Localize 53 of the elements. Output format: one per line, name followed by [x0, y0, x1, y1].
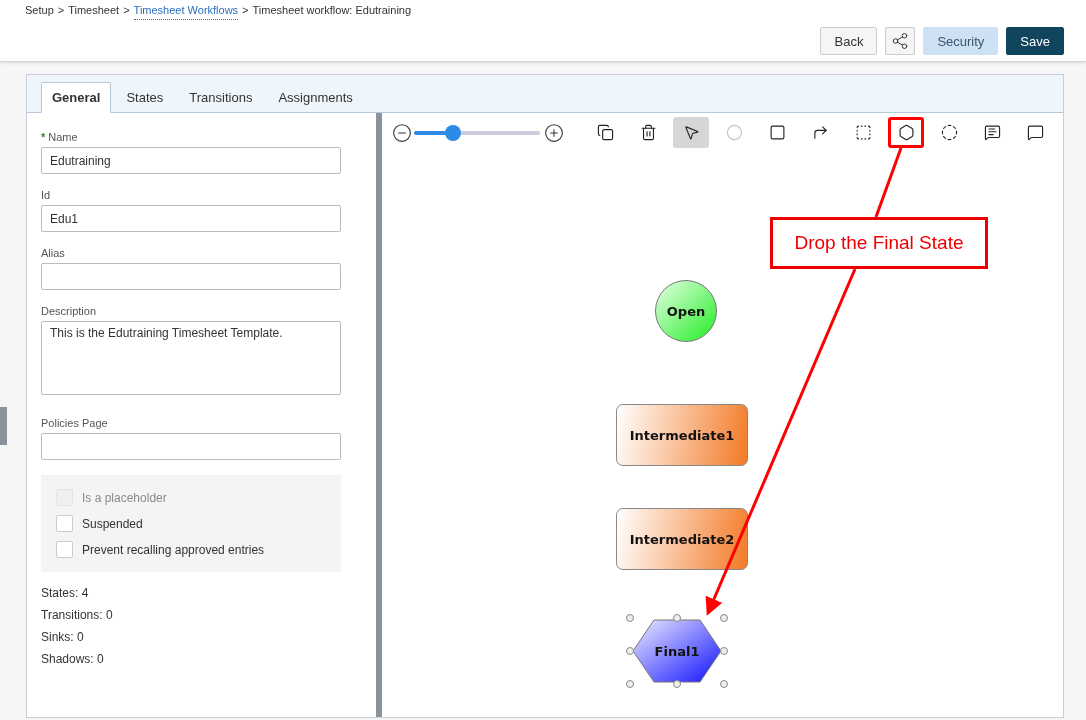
slider-thumb[interactable]: [445, 124, 462, 141]
field-label: Alias: [41, 247, 65, 259]
stat-text: Shadows: 0: [41, 652, 105, 666]
breadcrumb-item: Setup: [25, 4, 54, 18]
field-label: Id: [41, 189, 51, 201]
state-node[interactable]: Intermediate1: [616, 404, 748, 466]
share-button[interactable]: [885, 27, 916, 55]
required-mark: *: [41, 131, 46, 143]
stat-text: Sinks: 0: [41, 630, 85, 644]
state-node[interactable]: Intermediate2: [616, 508, 748, 570]
tab[interactable]: States: [115, 82, 175, 113]
breadcrumb-separator: >: [123, 4, 130, 18]
field-label: Name: [48, 131, 78, 143]
zoom-in-icon[interactable]: [544, 122, 564, 143]
resize-handle[interactable]: [626, 647, 634, 655]
breadcrumb-separator: >: [242, 4, 249, 18]
checkbox[interactable]: [56, 515, 73, 532]
tab[interactable]: Assignments: [267, 82, 364, 113]
security-button[interactable]: Security: [923, 27, 999, 55]
breadcrumb-item: Timesheet workflow: Edutraining: [252, 4, 412, 18]
resize-handle[interactable]: [720, 614, 728, 622]
pointer-icon[interactable]: [673, 117, 709, 148]
resize-handle[interactable]: [626, 680, 634, 688]
state-node[interactable]: Open: [655, 280, 717, 342]
field-label: Description: [41, 305, 97, 317]
breadcrumb-separator: >: [57, 4, 65, 18]
resize-handle[interactable]: [673, 680, 681, 688]
checkbox-label: Is a placeholder: [82, 490, 167, 505]
annotation-callout: Drop the Final State: [770, 217, 988, 269]
zoom-out-icon[interactable]: [392, 122, 412, 143]
resize-handle[interactable]: [720, 647, 728, 655]
resize-handle[interactable]: [626, 614, 634, 622]
checkbox-label: Suspended: [82, 516, 143, 531]
tab[interactable]: General: [41, 82, 112, 113]
resize-handle[interactable]: [720, 680, 728, 688]
checkbox[interactable]: [56, 541, 73, 558]
input-field[interactable]: Edutraining: [41, 147, 341, 174]
description-field[interactable]: This is the Edutraining Timesheet Template.: [41, 321, 341, 395]
input-field[interactable]: Edu1: [41, 205, 341, 232]
input-field[interactable]: [41, 263, 341, 290]
breadcrumb-link[interactable]: Timesheet Workflows: [133, 4, 239, 20]
checkbox-label: Prevent recalling approved entries: [82, 542, 265, 557]
share-icon: [891, 32, 910, 50]
resize-handle[interactable]: [673, 614, 681, 622]
input-field[interactable]: [41, 433, 341, 460]
save-button[interactable]: Save: [1006, 27, 1064, 55]
stat-text: Transitions: 0: [41, 608, 114, 622]
breadcrumb-item: Timesheet: [68, 4, 120, 18]
tab[interactable]: Transitions: [178, 82, 264, 113]
stat-text: States: 4: [41, 586, 90, 600]
field-label: Policies Page: [41, 417, 108, 429]
back-button[interactable]: Back: [820, 27, 878, 55]
collapse-handle[interactable]: [0, 407, 7, 445]
